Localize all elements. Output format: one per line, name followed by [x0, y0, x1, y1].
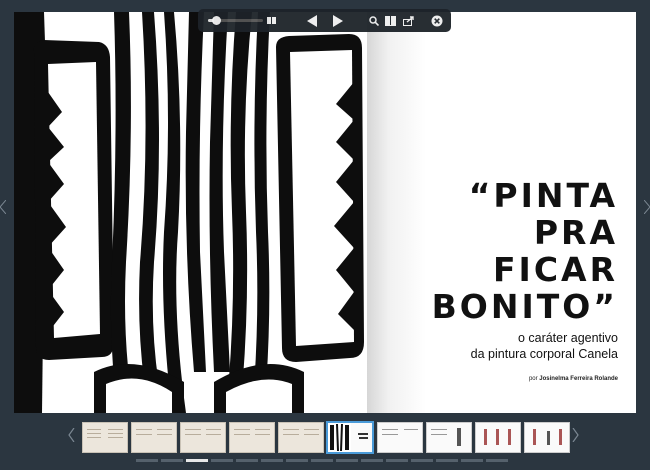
magazine-spread[interactable]: “PINTA PRA FICAR BONITO” o caráter agent… [14, 12, 636, 413]
search-icon[interactable] [368, 12, 380, 29]
thumbnail-page[interactable] [229, 422, 275, 453]
thumbnails-prev-icon[interactable] [68, 427, 75, 445]
title-line-4: BONITO” [431, 287, 618, 326]
page-indicator-dot[interactable] [461, 459, 483, 462]
title-line-1: “PINTA [468, 176, 618, 215]
page-indicator-dot[interactable] [161, 459, 183, 462]
article-author: por Josinelma Ferreira Rolande [529, 376, 618, 382]
left-page-artwork [14, 12, 367, 413]
author-name: Josinelma Ferreira Rolande [539, 376, 618, 382]
page-indicator-dot[interactable] [261, 459, 283, 462]
thumbnail-page[interactable] [524, 422, 570, 453]
share-icon[interactable] [402, 12, 416, 29]
next-arrow-icon[interactable] [331, 12, 345, 29]
title-line-3: FICAR [493, 250, 618, 289]
zoom-slider[interactable] [208, 16, 263, 25]
thumbnail-page[interactable] [377, 422, 423, 453]
zoom-slider-handle[interactable] [212, 16, 222, 25]
page-indicator-dot[interactable] [311, 459, 333, 462]
page-indicator-dot[interactable] [436, 459, 458, 462]
page-indicator-dot[interactable] [136, 459, 158, 462]
thumbnail-page[interactable] [180, 422, 226, 453]
thumbnails-next-icon[interactable] [572, 427, 579, 445]
author-prefix: por [528, 376, 538, 382]
thumbnail-page[interactable] [82, 422, 128, 453]
page-indicator-dot[interactable] [486, 459, 508, 462]
title-line-2: PRA [533, 213, 618, 252]
page-indicator-dot[interactable] [211, 459, 233, 462]
page-indicator-dot[interactable] [336, 459, 358, 462]
thumbnail-page[interactable] [475, 422, 521, 453]
grid-view-icon[interactable] [265, 12, 277, 29]
thumbnail-page[interactable] [426, 422, 472, 453]
article-subtitle: o caráter agentivo da pintura corporal C… [471, 330, 618, 362]
page-indicator-dot[interactable] [386, 459, 408, 462]
page-indicator-dot[interactable] [186, 459, 208, 462]
close-icon[interactable] [430, 12, 444, 29]
page-indicator-dot[interactable] [411, 459, 433, 462]
prev-page-side-arrow-icon[interactable] [0, 199, 8, 216]
page-indicator-dot[interactable] [286, 459, 308, 462]
page-indicator-dot[interactable] [361, 459, 383, 462]
viewer-toolbar [198, 9, 451, 32]
page-indicator-dot[interactable] [236, 459, 258, 462]
article-title: “PINTA PRA FICAR BONITO” [432, 177, 618, 325]
next-page-side-arrow-icon[interactable] [643, 199, 650, 216]
body-paint-pattern-image [14, 12, 367, 413]
previous-arrow-icon[interactable] [305, 12, 319, 29]
thumbnail-page-current[interactable] [326, 421, 374, 454]
thumbnail-page[interactable] [278, 422, 324, 453]
right-page: “PINTA PRA FICAR BONITO” o caráter agent… [367, 12, 636, 413]
subtitle-line-2: da pintura corporal Canela [470, 347, 618, 361]
thumbnail-page[interactable] [131, 422, 177, 453]
bookmarks-icon[interactable] [384, 12, 398, 29]
subtitle-line-1: o caráter agentivo [517, 331, 618, 345]
